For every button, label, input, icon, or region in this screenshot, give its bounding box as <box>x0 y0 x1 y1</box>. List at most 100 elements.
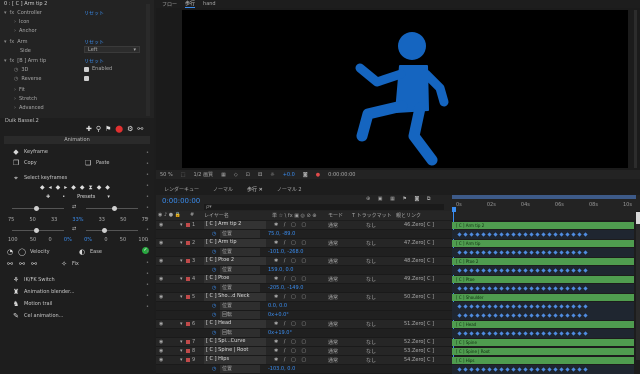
keyframe-diamond[interactable] <box>481 268 486 273</box>
keyframe-diamond[interactable] <box>529 232 534 237</box>
parent-dropdown[interactable]: 48.Zero[ C ] <box>404 258 434 264</box>
chevron-down-icon[interactable]: ▾ <box>4 58 7 64</box>
comp-timecode[interactable]: 0:00:00:00 <box>328 172 355 178</box>
keyframe-diamond[interactable] <box>493 304 498 309</box>
expand-icon[interactable]: ▾ <box>180 258 183 264</box>
keyframe-diamond[interactable] <box>481 286 486 291</box>
keyframe-diamond[interactable] <box>469 250 474 255</box>
keyframe-diamond[interactable] <box>499 232 504 237</box>
timeline-timecode[interactable]: 0:00:00:00 <box>162 197 200 205</box>
expand-icon[interactable]: ▾ <box>180 339 183 345</box>
label-color[interactable] <box>186 277 190 281</box>
effect-armtip[interactable]: ▾ fx [B ] Arm tip <box>4 57 46 65</box>
keyframe-diamond[interactable] <box>583 250 588 255</box>
tab-flow[interactable]: フロー <box>162 1 177 8</box>
eye-icon[interactable]: ◉ <box>159 240 163 246</box>
camera-icon[interactable]: ◙ <box>303 172 308 178</box>
tab-walk[interactable]: 歩行 <box>185 0 196 8</box>
property-row[interactable]: ◷ 回転 0x+0.0° <box>156 311 452 320</box>
keyframe-diamond[interactable] <box>553 232 558 237</box>
layer-name[interactable]: [ C ] Arm tip 2 <box>204 221 266 229</box>
keyframe-diamond[interactable] <box>457 304 462 309</box>
keyframe-diamond[interactable] <box>583 268 588 273</box>
keyframe-diamond[interactable] <box>541 304 546 309</box>
keyframe-diamond[interactable] <box>517 331 522 336</box>
layer-row[interactable]: ◉ ▾ 3 [ C ] Ptoe 2 ✱ / ▢ ▢ 通常 なし 48.Zero[ C ] <box>156 257 452 266</box>
layer-switches[interactable]: ✱ / ▢ ▢ <box>274 348 308 354</box>
layer-duration-bar[interactable]: [ C ] Hips <box>452 357 634 364</box>
keyframe-diamond[interactable] <box>511 367 516 372</box>
animation-blender-tool[interactable]: ♜ Animation blender... <box>12 288 75 296</box>
keyframe-diamond[interactable] <box>565 331 570 336</box>
chevron-down-icon[interactable]: ▾ <box>4 10 7 16</box>
presets-row[interactable]: ✚ • Presets ▾ <box>46 194 110 200</box>
property-row[interactable]: ◷ 位置 -205.0, -149.0 <box>156 284 452 293</box>
stopwatch-icon[interactable]: ◷ <box>212 303 216 309</box>
eye-icon[interactable]: ◉ <box>159 321 163 327</box>
keyframe-diamond[interactable] <box>463 313 468 318</box>
stopwatch-icon[interactable]: ◷ <box>212 249 216 255</box>
time-ruler[interactable]: 0s 02s 04s 06s 08s 10s <box>452 195 636 220</box>
keyframe-diamond[interactable] <box>505 331 510 336</box>
keyframe-diamond[interactable] <box>517 232 522 237</box>
effect-controller[interactable]: ▾ fx Controller <box>4 9 42 17</box>
option-dots[interactable]: • • • • • • • • • • • • • • • <box>146 148 149 313</box>
record-icon[interactable]: ⬤ <box>115 125 123 133</box>
eye-icon[interactable]: ◉ <box>159 294 163 300</box>
keyframe-diamond[interactable] <box>535 268 540 273</box>
keyframe-track[interactable] <box>452 248 634 257</box>
parent-dropdown[interactable]: 51.Zero[ C ] <box>404 321 434 327</box>
keyframe-diamond[interactable] <box>541 268 546 273</box>
layer-row[interactable]: ◉ ▾ 8 [ C ] Spine | Root ✱ / ▢ ▢ 通常 なし 53.Zero[… <box>156 347 452 356</box>
property-row[interactable]: ◷ 位置 -103.0, 0.0 <box>156 365 452 374</box>
property-value[interactable]: -101.0, -268.0 <box>268 249 303 255</box>
stopwatch-icon[interactable]: ◷ <box>212 231 216 237</box>
mode-dropdown[interactable]: 通常 <box>328 348 338 355</box>
keyframe-diamond[interactable] <box>499 268 504 273</box>
expand-icon[interactable]: ▾ <box>180 357 183 363</box>
keyframe-diamond[interactable] <box>577 304 582 309</box>
keyframe-track[interactable] <box>452 230 634 239</box>
eye-icon[interactable]: ◉ <box>159 258 163 264</box>
trkmat-dropdown[interactable]: なし <box>366 357 376 364</box>
keyframe-diamond[interactable] <box>535 232 540 237</box>
keyframe-track[interactable] <box>452 311 634 320</box>
layer-switches[interactable]: ✱ / ▢ ▢ <box>274 222 308 228</box>
keyframe-diamond[interactable] <box>529 268 534 273</box>
keyframe-diamond[interactable] <box>469 286 474 291</box>
keyframe-diamond[interactable] <box>469 331 474 336</box>
eye-icon[interactable]: ◉ <box>159 222 163 228</box>
comp-canvas[interactable] <box>182 10 628 168</box>
layer-switches[interactable]: ✱ / ▢ ▢ <box>274 321 308 327</box>
keyframe-track[interactable] <box>452 329 634 338</box>
keyframe-diamond[interactable] <box>487 313 492 318</box>
motion-trail-tool[interactable]: ♞ Motion trail <box>12 300 53 308</box>
keyframe-diamond[interactable] <box>541 313 546 318</box>
reset-link[interactable]: リセット <box>84 58 104 65</box>
stopwatch-icon[interactable]: ◷ <box>212 330 216 336</box>
parent-dropdown[interactable]: 53.Zero[ C ] <box>404 348 434 354</box>
transparency-icon[interactable]: ⚃ <box>258 172 262 178</box>
keyframe-diamond[interactable] <box>493 367 498 372</box>
influence-slider-1[interactable]: ⇄ <box>6 204 146 218</box>
property-value[interactable]: 0x+19.0° <box>268 330 292 336</box>
keyframe-diamond[interactable] <box>493 232 498 237</box>
keyframe-diamond[interactable] <box>457 232 462 237</box>
keyframe-diamond[interactable] <box>535 313 540 318</box>
keyframe-diamond[interactable] <box>499 250 504 255</box>
layer-duration-bar[interactable]: [ C ] Spine | Root <box>452 348 634 355</box>
keyframe-diamond[interactable] <box>553 286 558 291</box>
parent-dropdown[interactable]: 50.Zero[ C ] <box>404 294 434 300</box>
prop-icon[interactable]: › Icon <box>14 18 29 26</box>
mode-dropdown[interactable]: 通常 <box>328 240 338 247</box>
label-color[interactable] <box>186 295 190 299</box>
keyframe-diamond[interactable] <box>547 304 552 309</box>
keyframe-diamond[interactable] <box>583 367 588 372</box>
walk-icon[interactable]: ⚯ <box>137 125 143 133</box>
layer-name[interactable]: [ C ] Spi...Curve <box>204 338 266 346</box>
keyframe-diamond[interactable] <box>505 250 510 255</box>
trkmat-dropdown[interactable]: なし <box>366 240 376 247</box>
keyframe-diamond[interactable] <box>517 367 522 372</box>
keyframe-diamond[interactable] <box>559 250 564 255</box>
keyframe-diamond[interactable] <box>529 286 534 291</box>
